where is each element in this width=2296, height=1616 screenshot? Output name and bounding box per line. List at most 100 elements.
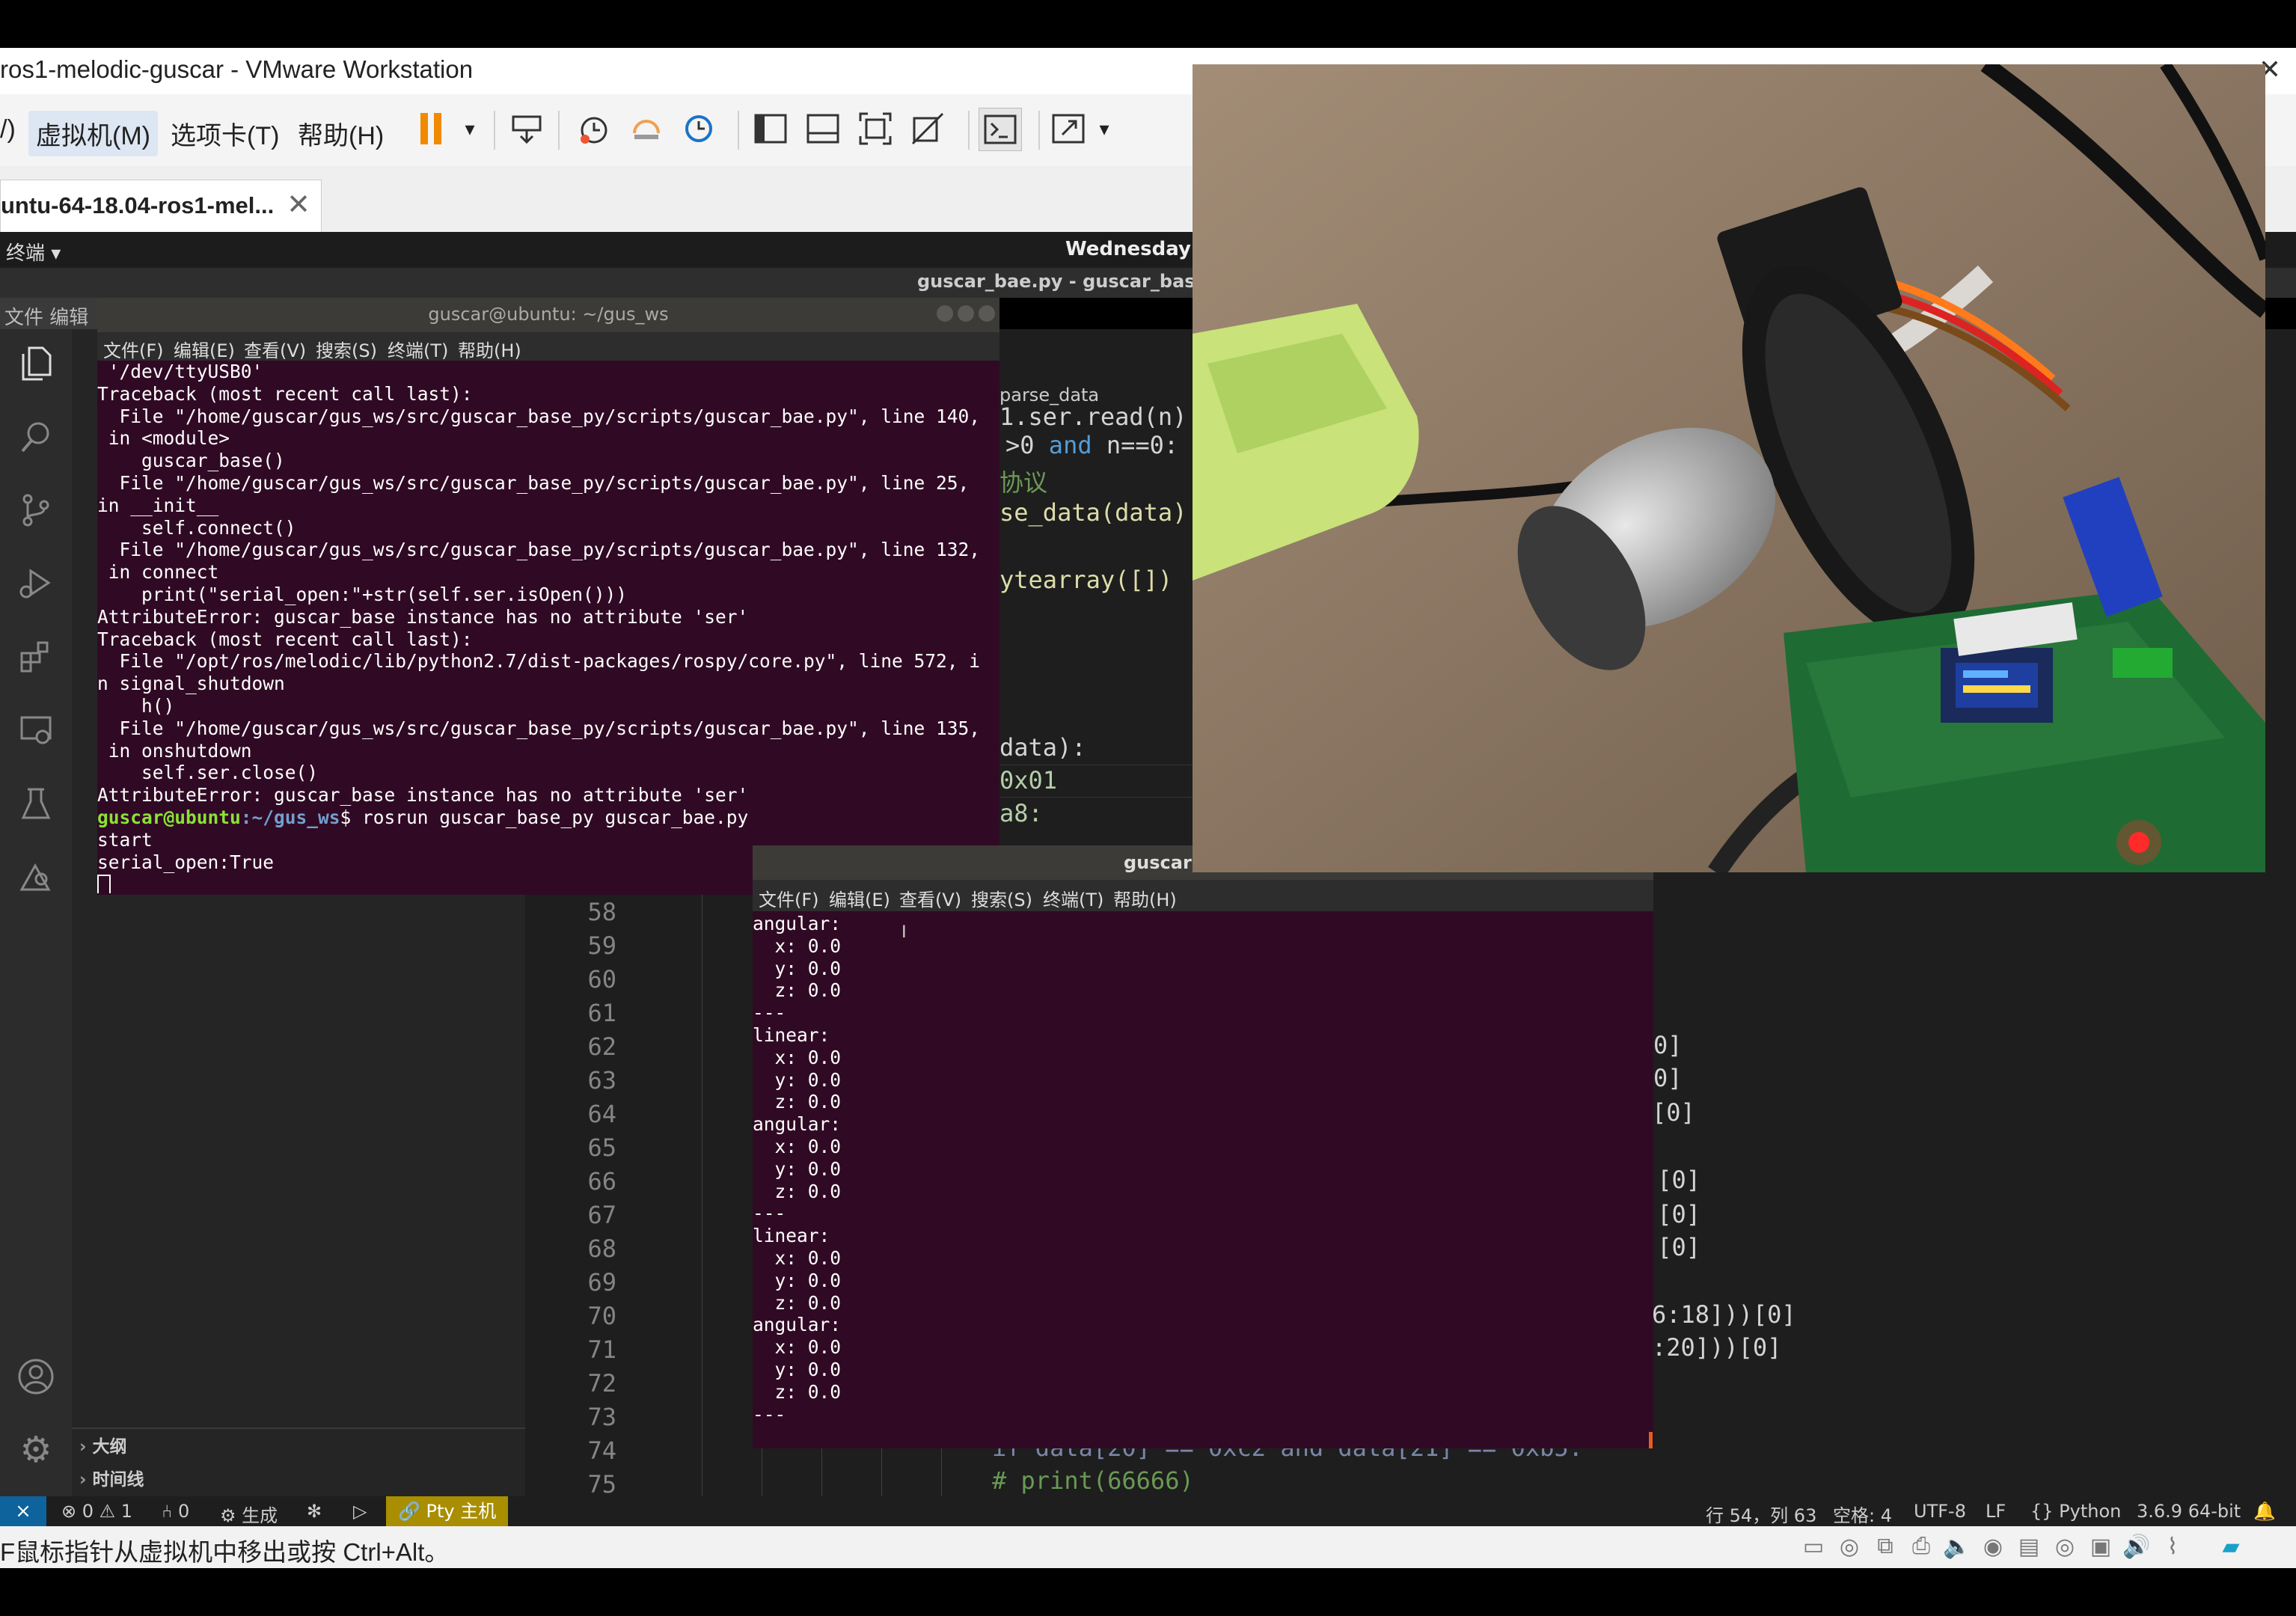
camera-icon[interactable]: ◉: [1978, 1534, 2008, 1561]
menu-help[interactable]: 帮助(H): [1113, 885, 1177, 911]
close-icon[interactable]: [979, 305, 995, 322]
show-library-icon[interactable]: [750, 108, 792, 150]
accounts-icon[interactable]: [15, 1356, 57, 1398]
timeline-section[interactable]: › 时间线: [79, 1465, 144, 1490]
build-button[interactable]: ⚙ 生成: [220, 1501, 278, 1527]
menu-help[interactable]: 帮助(H): [290, 111, 391, 156]
terminal-line: linear:: [753, 1225, 830, 1247]
ros-icon[interactable]: [15, 856, 57, 898]
pause-icon[interactable]: [411, 108, 453, 150]
eol[interactable]: LF: [1986, 1501, 2006, 1522]
outline-section[interactable]: › 大纲: [79, 1432, 127, 1457]
terminal-prompt: guscar@ubuntu:~/gus_ws$ rosrun guscar_ba…: [97, 806, 749, 828]
terminal-line: y: 0.0: [753, 1068, 842, 1091]
terminal-line: self.ser.close(): [97, 762, 319, 784]
vscode-menu-fragment[interactable]: 文件 编辑: [4, 302, 88, 330]
code-line: >0 and n==0:: [1005, 431, 1179, 459]
menu-view[interactable]: /): [0, 111, 23, 149]
menu-search[interactable]: 搜索(S): [971, 885, 1032, 911]
menu-help[interactable]: 帮助(H): [458, 336, 521, 362]
testing-icon[interactable]: [15, 783, 57, 824]
vm-tab[interactable]: untu-64-18.04-ros1-mel... ✕: [0, 180, 322, 233]
printer-icon[interactable]: ⎙: [1906, 1534, 1936, 1561]
explorer-icon[interactable]: [15, 343, 57, 385]
terminal-2-menu: 文件(F) 编辑(E) 查看(V) 搜索(S) 终端(T) 帮助(H): [753, 880, 1653, 911]
terminal-line: angular:: [753, 1314, 842, 1336]
fullscreen-icon[interactable]: [854, 108, 896, 150]
menu-file[interactable]: 文件(F): [103, 336, 164, 362]
gear-icon[interactable]: ⚙: [15, 1429, 57, 1471]
source-control-icon[interactable]: [15, 489, 57, 531]
menu-search[interactable]: 搜索(S): [316, 336, 377, 362]
network-icon[interactable]: ⧉: [1870, 1534, 1900, 1561]
bluetooth-icon[interactable]: ◎: [2050, 1534, 2080, 1561]
terminal-line: in <module>: [97, 427, 230, 450]
extensions-icon[interactable]: [15, 636, 57, 678]
menu-vm[interactable]: 虚拟机(M): [28, 111, 158, 156]
resize-handle[interactable]: [1649, 1432, 1653, 1448]
vm-tab-label: untu-64-18.04-ros1-mel...: [1, 192, 275, 218]
terminal-line: ---: [753, 1403, 786, 1425]
send-ctrl-alt-del-icon[interactable]: [506, 108, 548, 150]
indent-setting[interactable]: 空格: 4: [1833, 1501, 1892, 1527]
terminal-line: y: 0.0: [753, 1269, 842, 1291]
terminal-line: in __init__: [97, 494, 219, 516]
menu-edit[interactable]: 编辑(E): [829, 885, 890, 911]
code-line: se_data(data): [999, 498, 1187, 527]
menu-view[interactable]: 查看(V): [244, 336, 306, 362]
pty-host-badge[interactable]: 🔗 Pty 主机: [386, 1496, 509, 1526]
terminal-1-title-bar[interactable]: guscar@ubuntu: ~/gus_ws: [97, 298, 999, 332]
terminal-1-output[interactable]: '/dev/ttyUSB0' Traceback (most recent cal…: [97, 361, 999, 893]
debug-icon[interactable]: ✻: [307, 1501, 322, 1522]
chevron-down-icon[interactable]: ▾: [1083, 108, 1125, 150]
sound-icon[interactable]: 🔈: [1942, 1534, 1972, 1561]
menu-terminal[interactable]: 终端(T): [388, 336, 448, 362]
run-debug-icon[interactable]: [15, 563, 57, 605]
wifi-icon[interactable]: ⌇: [2158, 1534, 2188, 1561]
device-icon[interactable]: ▣: [2086, 1534, 2116, 1561]
cursor-position[interactable]: 行 54，列 63: [1706, 1501, 1816, 1527]
terminal-2-output[interactable]: angular: x: 0.0 y: 0.0 z: 0.0 --- linear: …: [753, 913, 1653, 1447]
menu-terminal[interactable]: 终端(T): [1043, 885, 1103, 911]
remote-icon[interactable]: ⨯: [0, 1496, 46, 1526]
language-mode[interactable]: {} Python: [2030, 1501, 2121, 1522]
menu-view[interactable]: 查看(V): [899, 885, 961, 911]
terminal-line: z: 0.0: [753, 1380, 842, 1403]
run-icon[interactable]: ▷: [353, 1501, 367, 1522]
terminal-line: ---: [753, 1002, 786, 1024]
vmware-status-bar: F鼠标指针从虚拟机中移出或按 Ctrl+Alt。 ▭ ◎ ⧉ ⎙ 🔈 ◉ ▤ ◎…: [0, 1526, 2296, 1568]
encoding[interactable]: UTF-8: [1914, 1501, 1966, 1522]
menu-file[interactable]: 文件(F): [759, 885, 819, 911]
remote-explorer-icon[interactable]: [15, 709, 57, 751]
app-menu[interactable]: 终端 ▾: [6, 238, 61, 266]
code-line: 0]: [1653, 1031, 1683, 1059]
close-tab-icon[interactable]: ✕: [287, 188, 310, 221]
unity-icon[interactable]: [907, 108, 949, 150]
chevron-down-icon[interactable]: ▾: [449, 108, 491, 150]
notifications-icon[interactable]: 🔔: [2253, 1501, 2276, 1522]
thumbnail-bar-icon[interactable]: [802, 108, 844, 150]
menu-tabs[interactable]: 选项卡(T): [163, 111, 287, 156]
usb-icon[interactable]: ▤: [2014, 1534, 2044, 1561]
terminal-line: File "/home/guscar/gus_ws/src/guscar_bas…: [97, 539, 981, 561]
problems-indicator[interactable]: ⊗ 0 ⚠ 1: [61, 1501, 132, 1522]
snapshot-manager-icon[interactable]: [678, 108, 720, 150]
minimize-icon[interactable]: [937, 305, 953, 322]
terminal-line: z: 0.0: [753, 1180, 842, 1202]
snapshot-icon[interactable]: [573, 108, 615, 150]
maximize-icon[interactable]: [958, 305, 974, 322]
camera-feed-image: [1193, 64, 2265, 872]
python-interpreter[interactable]: 3.6.9 64-bit: [2137, 1501, 2241, 1522]
terminal-line: ---: [753, 1202, 786, 1225]
volume-icon[interactable]: 🔊: [2122, 1534, 2152, 1561]
text-cursor-icon: I: [901, 922, 907, 942]
console-view-icon[interactable]: [979, 108, 1022, 151]
revert-snapshot-icon[interactable]: [625, 108, 667, 150]
search-icon[interactable]: [15, 416, 57, 458]
ports-indicator[interactable]: ⑃ 0: [162, 1501, 189, 1522]
menu-edit[interactable]: 编辑(E): [174, 336, 235, 362]
terminal-line: guscar_base(): [97, 450, 285, 472]
message-log-icon[interactable]: ▰: [2216, 1534, 2246, 1561]
cd-icon[interactable]: ◎: [1834, 1534, 1864, 1561]
hdd-icon[interactable]: ▭: [1798, 1534, 1828, 1561]
